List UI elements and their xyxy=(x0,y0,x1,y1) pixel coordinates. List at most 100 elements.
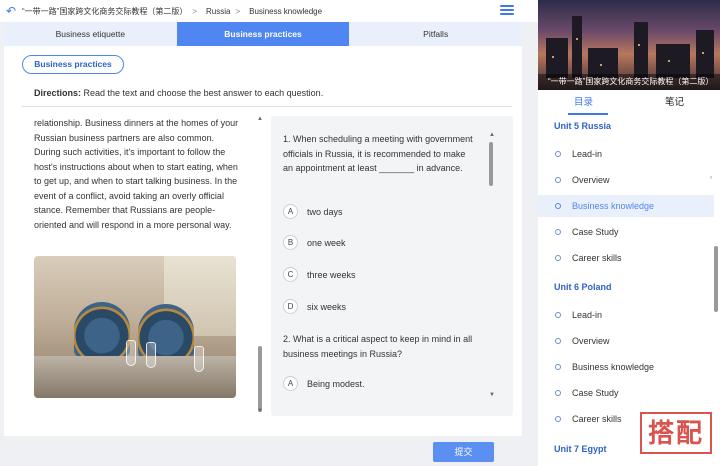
question-2-option-a[interactable]: A Being modest. xyxy=(283,376,365,391)
question-1-option-a[interactable]: A two days xyxy=(283,204,343,219)
top-header: ↶ “一带一路”国家跨文化商务交际教程（第二版） > Russia > Busi… xyxy=(0,0,538,22)
question-2-text: 2. What is a critical aspect to keep in … xyxy=(283,334,473,359)
toc-item-label: Case Study xyxy=(572,227,619,237)
toc-item-label: Case Study xyxy=(572,388,619,398)
bullet-circle-icon xyxy=(555,312,561,318)
breadcrumb-separator: > xyxy=(235,6,241,16)
cover-building xyxy=(546,38,568,78)
unit-title-egypt[interactable]: Unit 7 Egypt xyxy=(554,444,607,454)
scroll-up-arrow-icon[interactable]: ▲ xyxy=(257,116,263,122)
bullet-circle-icon xyxy=(555,338,561,344)
toc-item-label: Overview xyxy=(572,175,610,185)
option-text: six weeks xyxy=(307,301,347,312)
section-tabs: Business etiquette Business practices Pi… xyxy=(4,22,522,46)
toc-item-label: Career skills xyxy=(572,414,622,424)
cover-light xyxy=(702,52,704,54)
image-glass xyxy=(146,342,156,368)
main-panel: Business practices Directions: Read the … xyxy=(4,46,522,436)
scrollbar-thumb[interactable] xyxy=(258,346,262,412)
toc-item-russia-business-knowledge[interactable]: Business knowledge xyxy=(538,195,714,217)
toc-item-label: Overview xyxy=(572,336,610,346)
scroll-up-arrow-icon[interactable]: ▲ xyxy=(489,132,495,138)
breadcrumb-unit[interactable]: Russia xyxy=(206,7,230,16)
cover-building xyxy=(696,30,714,78)
toc-item-russia-career-skills[interactable]: Career skills xyxy=(538,247,714,269)
toc-item-russia-overview[interactable]: Overview xyxy=(538,169,714,191)
toc-item-russia-lead-in[interactable]: Lead-in xyxy=(538,143,714,165)
image-glass xyxy=(126,340,136,366)
toc-item-label: Lead-in xyxy=(572,149,603,159)
breadcrumb-separator: > xyxy=(192,6,197,16)
scroll-down-arrow-icon[interactable]: ▼ xyxy=(489,392,495,398)
bullet-circle-icon xyxy=(555,416,561,422)
tab-business-practices[interactable]: Business practices xyxy=(176,22,350,46)
sidebar-tabs: 目录 笔记 xyxy=(538,92,720,114)
toc-item-poland-lead-in[interactable]: Lead-in xyxy=(538,304,714,326)
cover-light xyxy=(552,56,554,58)
scroll-down-arrow-icon[interactable]: ▼ xyxy=(257,408,263,414)
breadcrumb-book[interactable]: “一带一路”国家跨文化商务交际教程（第二版） xyxy=(22,6,187,17)
cover-light xyxy=(638,44,640,46)
watermark-logo: 搭配 xyxy=(640,412,712,454)
option-letter-circle[interactable]: B xyxy=(283,235,298,250)
submit-button[interactable]: 提交 xyxy=(433,442,494,462)
tab-pitfalls[interactable]: Pitfalls xyxy=(349,22,522,46)
option-letter-circle[interactable]: A xyxy=(283,376,298,391)
toc-item-russia-case-study[interactable]: Case Study xyxy=(538,221,714,243)
cover-light xyxy=(600,64,602,66)
option-letter-circle[interactable]: A xyxy=(283,204,298,219)
chevron-right-icon[interactable]: › xyxy=(710,175,712,181)
toc-item-poland-overview[interactable]: Overview xyxy=(538,330,714,352)
tab-contents[interactable]: 目录 xyxy=(538,92,629,114)
passage-scrollbar[interactable]: ▲ ▼ xyxy=(257,116,263,416)
toc-item-label: Lead-in xyxy=(572,310,603,320)
hamburger-menu-icon[interactable] xyxy=(500,3,514,17)
tab-notes[interactable]: 笔记 xyxy=(629,92,720,114)
back-arrow-icon[interactable]: ↶ xyxy=(4,4,18,18)
toc-item-label: Business knowledge xyxy=(572,201,655,211)
breadcrumb-section: Business knowledge xyxy=(249,6,323,16)
bullet-circle-icon xyxy=(555,229,561,235)
cover-building xyxy=(656,44,690,78)
toc-item-label: Business knowledge xyxy=(572,362,655,372)
directions: Directions: Read the text and choose the… xyxy=(34,88,323,98)
bullet-circle-icon xyxy=(555,203,561,209)
dinner-table-image xyxy=(34,256,236,398)
toc-item-poland-business-knowledge[interactable]: Business knowledge xyxy=(538,356,714,378)
cover-book-title: “一带一路”国家跨文化商务交际教程（第二版） xyxy=(538,74,720,90)
directions-label: Directions: xyxy=(34,88,82,98)
cover-light xyxy=(668,60,670,62)
unit-title-poland[interactable]: Unit 6 Poland xyxy=(554,282,612,292)
question-scrollbar-thumb[interactable] xyxy=(489,142,493,186)
toc-item-label: Career skills xyxy=(572,253,622,263)
book-cover-image: “一带一路”国家跨文化商务交际教程（第二版） xyxy=(538,0,720,90)
bullet-circle-icon xyxy=(555,255,561,261)
image-napkin-fan xyxy=(74,302,130,358)
bullet-circle-icon xyxy=(555,151,561,157)
option-text: two days xyxy=(307,206,343,217)
question-1-option-b[interactable]: B one week xyxy=(283,235,346,250)
question-1-text: 1. When scheduling a meeting with govern… xyxy=(283,134,473,173)
sidebar-scrollbar-thumb[interactable] xyxy=(714,246,718,312)
cover-light xyxy=(576,38,578,40)
option-text: Being modest. xyxy=(307,378,365,389)
toc-item-poland-case-study[interactable]: Case Study xyxy=(538,382,714,404)
divider xyxy=(22,106,512,107)
cover-building xyxy=(572,16,582,78)
option-text: three weeks xyxy=(307,269,356,280)
option-letter-circle[interactable]: C xyxy=(283,267,298,282)
option-letter-circle[interactable]: D xyxy=(283,299,298,314)
bullet-circle-icon xyxy=(555,364,561,370)
cover-building xyxy=(634,22,648,78)
active-tab-underline xyxy=(568,113,608,115)
bullet-circle-icon xyxy=(555,390,561,396)
directions-text: Read the text and choose the best answer… xyxy=(83,88,324,98)
footer-bar: 提交 xyxy=(4,436,522,466)
question-1-option-d[interactable]: D six weeks xyxy=(283,299,346,314)
image-glass xyxy=(194,346,204,372)
section-pill: Business practices xyxy=(22,55,124,74)
tab-business-etiquette[interactable]: Business etiquette xyxy=(4,22,177,46)
unit-title-russia[interactable]: Unit 5 Russia xyxy=(554,121,611,131)
question-1-option-c[interactable]: C three weeks xyxy=(283,267,356,282)
reading-passage: relationship. Business dinners at the ho… xyxy=(34,118,239,230)
